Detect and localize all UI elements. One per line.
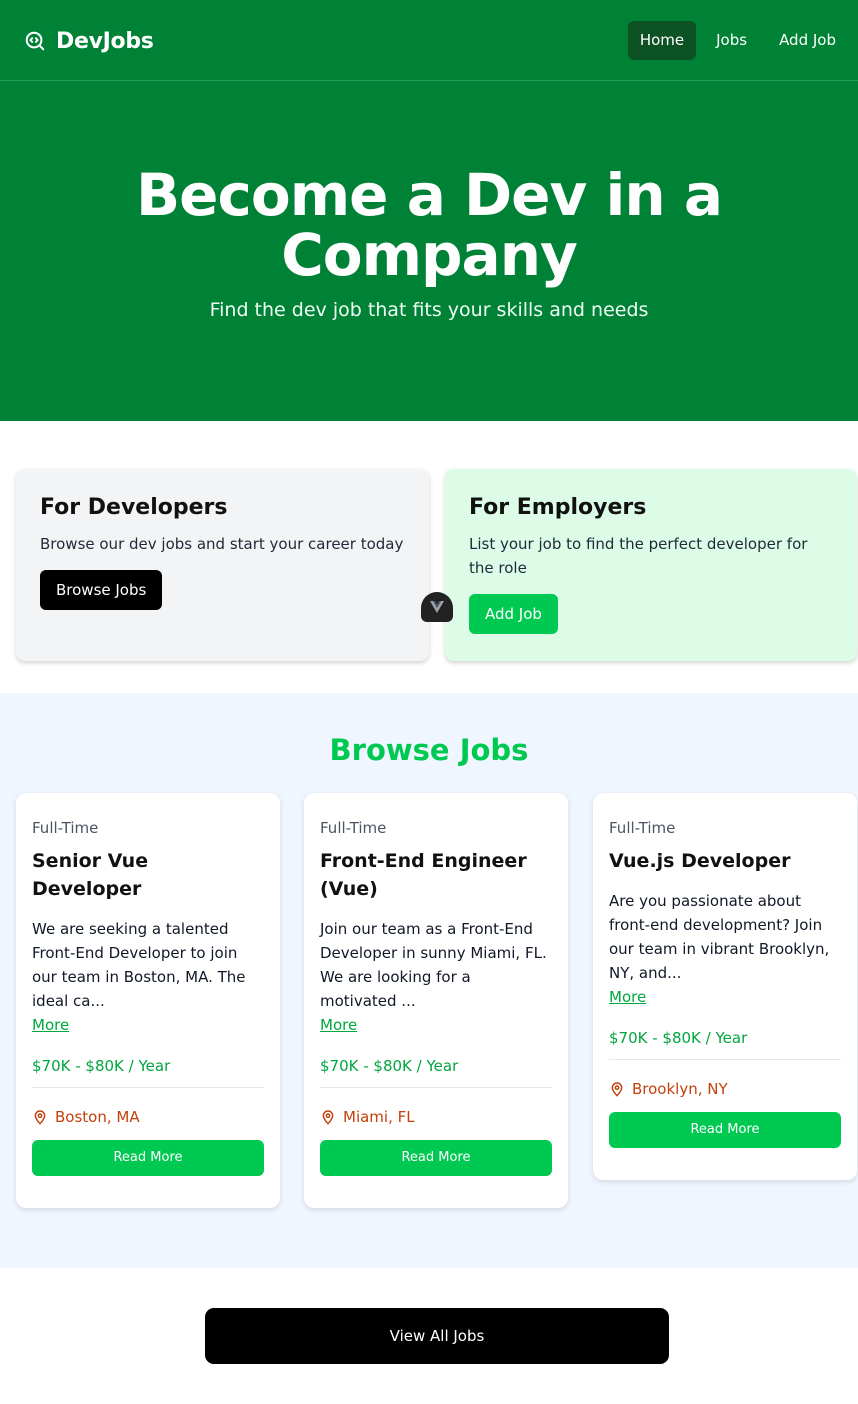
hero-subtitle: Find the dev job that fits your skills a… — [209, 299, 649, 321]
job-card: Full-Time Vue.js Developer Are you passi… — [593, 793, 857, 1180]
map-pin-icon — [320, 1108, 336, 1126]
job-title: Senior Vue Developer — [32, 850, 149, 900]
read-more-button[interactable]: Read More — [32, 1140, 264, 1176]
job-title: Front-End Engineer (Vue) — [320, 850, 527, 900]
map-pin-icon — [32, 1108, 48, 1126]
nav-home[interactable]: Home — [627, 21, 697, 60]
job-description: We are seeking a talented Front-End Deve… — [32, 920, 246, 1010]
job-location-text: Miami, FL — [343, 1108, 415, 1126]
job-description: Are you passionate about front-end devel… — [609, 892, 830, 982]
brand-name: DevJobs — [56, 28, 154, 54]
job-location: Boston, MA — [32, 1108, 264, 1126]
job-salary: $70K - $80K / Year — [609, 1029, 841, 1060]
hero-title: Become a Dev in a Company — [135, 161, 723, 289]
nav-jobs[interactable]: Jobs — [704, 21, 759, 60]
job-card: Full-Time Front-End Engineer (Vue) Join … — [304, 793, 568, 1208]
developers-card-text: Browse our dev jobs and start your caree… — [40, 535, 404, 553]
search-code-icon — [24, 30, 46, 52]
developers-card: For Developers Browse our dev jobs and s… — [16, 469, 429, 661]
browse-jobs-section: Browse Jobs Full-Time Senior Vue Develop… — [0, 693, 858, 1268]
brand-logo[interactable]: DevJobs — [24, 26, 154, 56]
job-card: Full-Time Senior Vue Developer We are se… — [16, 793, 280, 1208]
navbar: DevJobs Home Jobs Add Job — [0, 0, 858, 81]
vue-logo-icon — [430, 598, 444, 617]
job-description: Join our team as a Front-End Developer i… — [320, 920, 547, 1010]
employers-card-text: List your job to find the perfect develo… — [469, 535, 808, 577]
job-more-link[interactable]: More — [609, 985, 646, 1009]
job-title: Vue.js Developer — [609, 850, 791, 872]
nav-add-job[interactable]: Add Job — [767, 21, 848, 60]
view-all-jobs-button[interactable]: View All Jobs — [205, 1308, 669, 1364]
job-more-link[interactable]: More — [320, 1013, 357, 1037]
read-more-button[interactable]: Read More — [609, 1112, 841, 1148]
browse-jobs-title: Browse Jobs — [329, 733, 529, 767]
job-type: Full-Time — [320, 819, 387, 837]
developers-card-title: For Developers — [40, 495, 228, 520]
browse-jobs-button[interactable]: Browse Jobs — [40, 570, 163, 610]
job-location-text: Boston, MA — [55, 1108, 140, 1126]
job-salary: $70K - $80K / Year — [32, 1057, 264, 1088]
job-type: Full-Time — [609, 819, 676, 837]
job-salary: $70K - $80K / Year — [320, 1057, 552, 1088]
employers-card-title: For Employers — [469, 495, 647, 520]
job-more-link[interactable]: More — [32, 1013, 69, 1037]
job-location: Miami, FL — [320, 1108, 552, 1126]
job-type: Full-Time — [32, 819, 99, 837]
map-pin-icon — [609, 1080, 625, 1098]
add-job-button[interactable]: Add Job — [469, 594, 558, 634]
job-location-text: Brooklyn, NY — [632, 1080, 728, 1098]
employers-card: For Employers List your job to find the … — [445, 469, 857, 661]
vue-devtools-button[interactable] — [421, 592, 453, 622]
read-more-button[interactable]: Read More — [320, 1140, 552, 1176]
job-location: Brooklyn, NY — [609, 1080, 841, 1098]
nav-menu: Home Jobs Add Job — [627, 21, 848, 60]
hero-section: Become a Dev in a Company Find the dev j… — [0, 81, 858, 421]
